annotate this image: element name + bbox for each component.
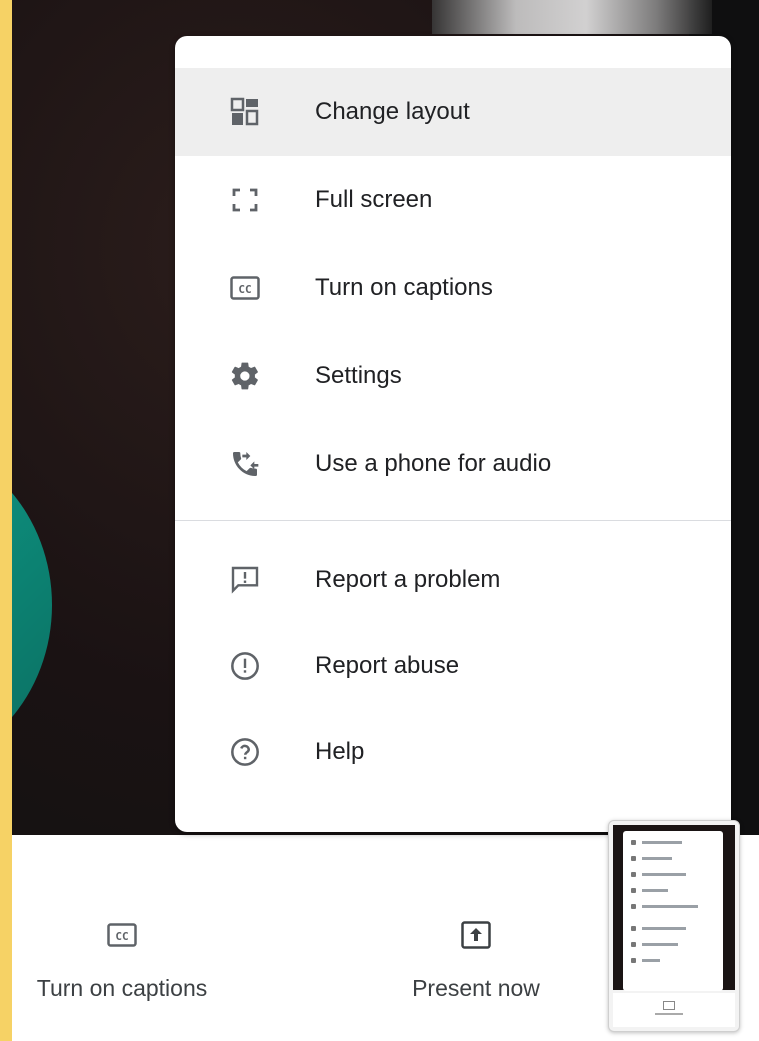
menu-item-label: Full screen — [315, 186, 433, 213]
menu-item-help[interactable]: Help — [175, 708, 731, 796]
layout-icon — [227, 94, 263, 130]
video-highlight — [432, 0, 712, 34]
thumbnail-toolbar — [613, 993, 735, 1027]
captions-icon: CC — [104, 917, 140, 953]
captions-button-label: Turn on captions — [36, 975, 208, 1001]
gear-icon — [227, 358, 263, 394]
svg-text:CC: CC — [238, 283, 251, 296]
menu-item-label: Settings — [315, 362, 402, 389]
menu-item-label: Help — [315, 738, 365, 765]
menu-item-label: Report a problem — [315, 566, 501, 593]
feedback-icon — [227, 562, 263, 598]
menu-item-change-layout[interactable]: Change layout — [175, 68, 731, 156]
captions-button[interactable]: CC Turn on captions — [12, 917, 242, 1002]
menu-item-label: Turn on captions — [315, 274, 493, 301]
menu-item-label: Report abuse — [315, 652, 460, 679]
fullscreen-icon — [227, 182, 263, 218]
thumbnail-present-label — [655, 1013, 683, 1015]
menu-item-settings[interactable]: Settings — [175, 332, 731, 420]
thumbnail-present-icon — [663, 1001, 675, 1010]
present-now-label: Present now — [412, 975, 540, 1001]
menu-divider — [175, 520, 731, 521]
captions-icon: CC — [227, 270, 263, 306]
menu-item-label: Use a phone for audio — [315, 450, 552, 477]
phone-transfer-icon — [227, 446, 263, 482]
svg-text:CC: CC — [115, 930, 128, 943]
help-circle-icon — [227, 734, 263, 770]
menu-item-label: Change layout — [315, 98, 470, 125]
alert-circle-icon — [227, 648, 263, 684]
present-now-button[interactable]: Present now — [376, 917, 576, 1002]
menu-item-report-problem[interactable]: Report a problem — [175, 536, 731, 624]
present-icon — [458, 917, 494, 953]
menu-item-report-abuse[interactable]: Report abuse — [175, 622, 731, 710]
thumbnail-menu — [623, 831, 723, 991]
screenshot-thumbnail[interactable] — [608, 820, 740, 1032]
menu-item-full-screen[interactable]: Full screen — [175, 156, 731, 244]
more-options-menu: Change layout Full screen CC Turn on cap… — [175, 36, 731, 832]
menu-item-phone-audio[interactable]: Use a phone for audio — [175, 420, 731, 508]
menu-item-captions[interactable]: CC Turn on captions — [175, 244, 731, 332]
